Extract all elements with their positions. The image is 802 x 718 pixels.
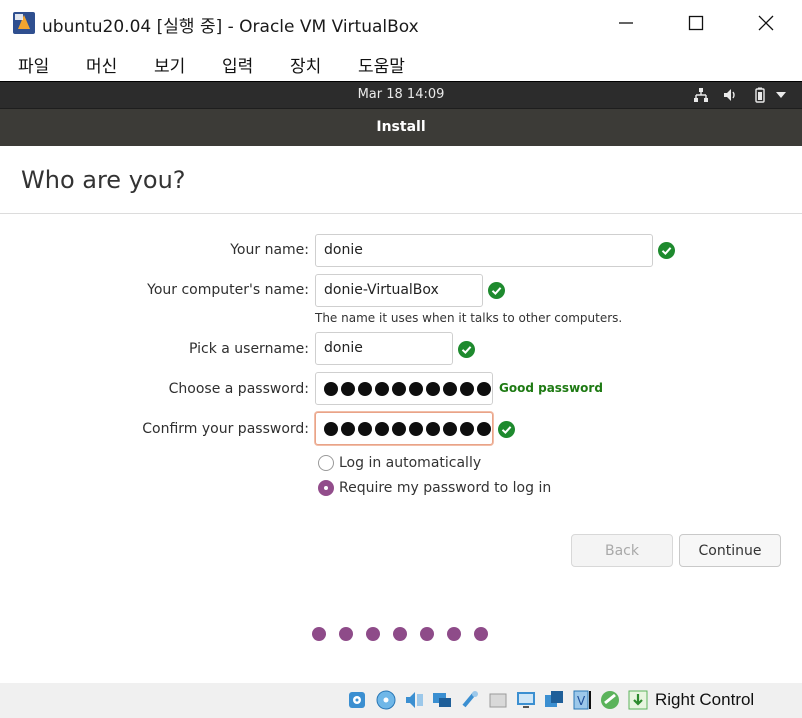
- title-divider: [0, 213, 802, 214]
- password-dot: [375, 421, 389, 436]
- name-valid-check-icon: [658, 242, 675, 259]
- minimize-icon: [619, 21, 633, 24]
- computer-name-valid-check-icon: [488, 282, 505, 299]
- svg-text:V: V: [577, 694, 586, 708]
- login-auto-option[interactable]: Log in automatically: [318, 454, 481, 472]
- menu-bar: 파일 머신 보기 입력 장치 도움말: [0, 45, 802, 81]
- password-dot: [375, 381, 389, 396]
- progress-dot: [420, 627, 434, 641]
- password-dot: [392, 421, 406, 436]
- progress-dot: [474, 627, 488, 641]
- volume-icon[interactable]: [722, 87, 738, 103]
- username-input[interactable]: donie: [315, 332, 453, 365]
- password-dot: [477, 421, 491, 436]
- progress-dot: [447, 627, 461, 641]
- display-icon[interactable]: [515, 689, 537, 711]
- confirm-password-label: Confirm your password:: [142, 421, 309, 437]
- dropdown-arrow-icon[interactable]: [775, 90, 787, 100]
- maximize-button[interactable]: [673, 0, 719, 45]
- battery-icon[interactable]: [752, 87, 768, 103]
- require-password-radio[interactable]: [318, 480, 334, 496]
- maximize-icon: [688, 15, 704, 30]
- menu-view[interactable]: 보기: [154, 52, 185, 77]
- computer-name-input[interactable]: donie-VirtualBox: [315, 274, 483, 307]
- back-button[interactable]: Back: [571, 534, 673, 567]
- page-title: Who are you?: [21, 166, 186, 194]
- require-password-option[interactable]: Require my password to log in: [318, 479, 551, 497]
- password-dot: [358, 381, 372, 396]
- username-valid-check-icon: [458, 341, 475, 358]
- password-dot: [324, 421, 338, 436]
- password-input[interactable]: [315, 372, 493, 405]
- computer-name-label: Your computer's name:: [147, 282, 309, 298]
- close-button[interactable]: [743, 0, 789, 45]
- progress-dot: [366, 627, 380, 641]
- keyboard-capture-icon[interactable]: [627, 689, 649, 711]
- menu-input[interactable]: 입력: [222, 52, 253, 77]
- your-name-input[interactable]: donie: [315, 234, 653, 267]
- computer-name-hint: The name it uses when it talks to other …: [315, 311, 623, 325]
- window-title: ubuntu20.04 [실행 중] - Oracle VM VirtualBo…: [42, 17, 419, 37]
- vbox-status-bar: V Right Control: [0, 683, 802, 718]
- password-dot: [426, 421, 440, 436]
- password-dot: [443, 421, 457, 436]
- confirm-valid-check-icon: [498, 421, 515, 438]
- minimize-button[interactable]: [603, 0, 649, 45]
- progress-dot: [393, 627, 407, 641]
- username-label: Pick a username:: [188, 341, 309, 357]
- password-dot: [341, 381, 355, 396]
- installer-title: Install: [376, 119, 426, 135]
- window-titlebar: ubuntu20.04 [실행 중] - Oracle VM VirtualBo…: [0, 0, 802, 45]
- optical-drive-icon[interactable]: [375, 689, 397, 711]
- menu-file[interactable]: 파일: [18, 52, 49, 77]
- confirm-password-mask: [324, 419, 492, 438]
- menu-devices[interactable]: 장치: [290, 52, 321, 77]
- vt-x-icon[interactable]: V: [571, 689, 593, 711]
- virtualbox-app-icon: [13, 12, 35, 34]
- network-adapter-icon[interactable]: [431, 689, 453, 711]
- progress-dot: [339, 627, 353, 641]
- network-icon[interactable]: [693, 87, 709, 103]
- password-dot: [358, 421, 372, 436]
- audio-icon[interactable]: [403, 689, 425, 711]
- password-dot: [460, 381, 474, 396]
- shared-folders-icon[interactable]: [487, 689, 509, 711]
- host-key-label: Right Control: [655, 690, 755, 709]
- mouse-integration-icon[interactable]: [599, 689, 621, 711]
- hard-disk-icon[interactable]: [346, 689, 368, 711]
- usb-icon[interactable]: [459, 689, 481, 711]
- password-dot: [409, 381, 423, 396]
- recording-icon[interactable]: [543, 689, 565, 711]
- guest-top-bar: Mar 18 14:09: [0, 81, 802, 108]
- password-label: Choose a password:: [168, 381, 309, 397]
- confirm-password-input[interactable]: [315, 412, 493, 445]
- progress-dot: [312, 627, 326, 641]
- your-name-label: Your name:: [230, 242, 309, 258]
- menu-machine[interactable]: 머신: [86, 52, 117, 77]
- password-dot: [324, 381, 338, 396]
- require-password-label[interactable]: Require my password to log in: [339, 480, 551, 496]
- password-mask: [324, 379, 492, 398]
- login-auto-radio[interactable]: [318, 455, 334, 471]
- installer-header: Install: [0, 108, 802, 146]
- close-icon: [758, 15, 774, 30]
- password-dot: [392, 381, 406, 396]
- password-dot: [443, 381, 457, 396]
- password-dot: [426, 381, 440, 396]
- password-dot: [460, 421, 474, 436]
- password-dot: [409, 421, 423, 436]
- password-strength: Good password: [499, 381, 603, 395]
- password-dot: [341, 421, 355, 436]
- password-dot: [477, 381, 491, 396]
- clock[interactable]: Mar 18 14:09: [0, 87, 802, 102]
- login-auto-label[interactable]: Log in automatically: [339, 455, 481, 471]
- continue-button[interactable]: Continue: [679, 534, 781, 567]
- menu-help[interactable]: 도움말: [358, 52, 405, 77]
